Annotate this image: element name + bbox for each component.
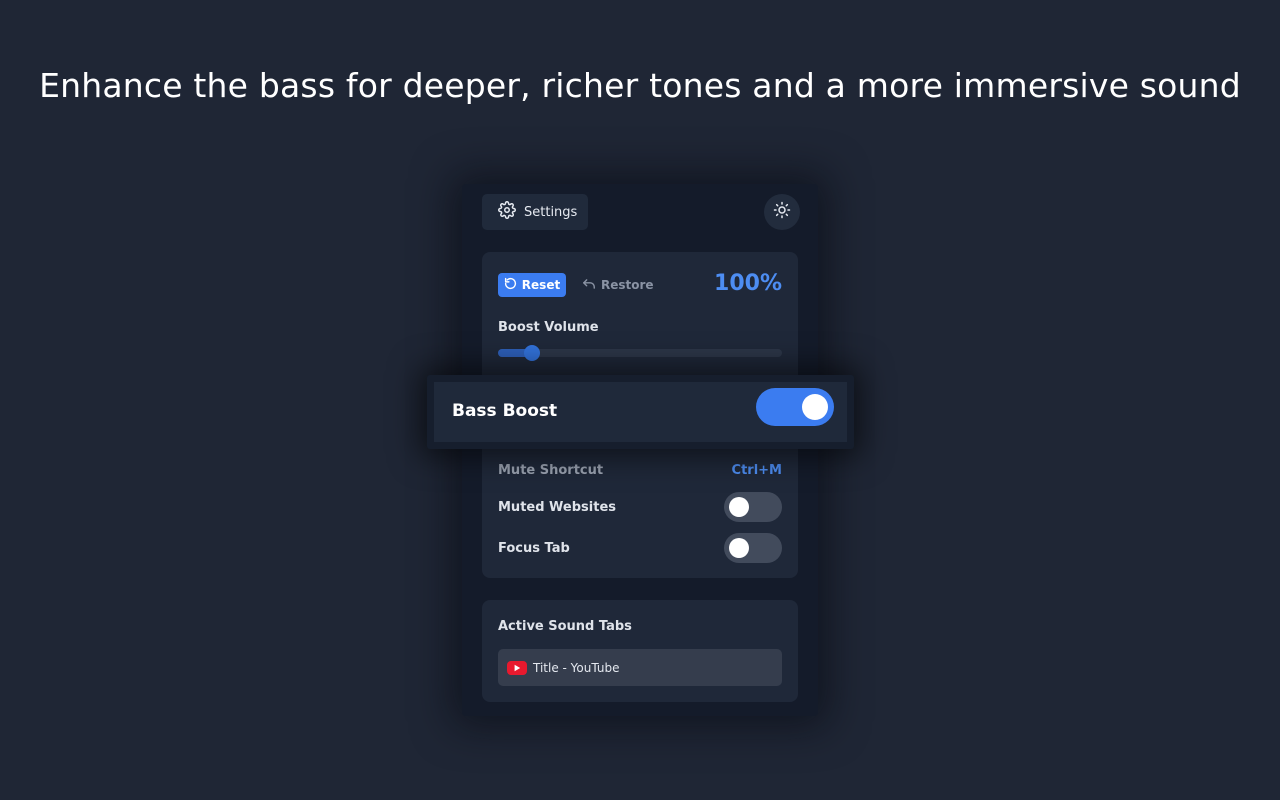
- toggle-knob: [729, 538, 749, 558]
- bass-boost-label: Bass Boost: [452, 401, 558, 421]
- promo-headline: Enhance the bass for deeper, richer tone…: [39, 66, 1241, 105]
- tab-title: Title - YouTube: [533, 660, 620, 675]
- toggle-knob: [729, 497, 749, 517]
- bass-boost-row: Bass Boost: [434, 382, 847, 442]
- list-item[interactable]: Title - YouTube: [498, 649, 782, 686]
- focus-tab-toggle[interactable]: [724, 533, 782, 563]
- reset-button[interactable]: Reset: [498, 273, 566, 297]
- active-sound-tabs-title: Active Sound Tabs: [498, 619, 632, 634]
- bass-boost-toggle[interactable]: [756, 388, 834, 426]
- youtube-icon: [507, 660, 527, 675]
- gear-icon: [498, 201, 516, 223]
- bass-boost-panel: Bass Boost: [427, 375, 854, 449]
- active-sound-tabs-card: Active Sound Tabs Title - YouTube: [482, 600, 798, 702]
- focus-tab-label: Focus Tab: [498, 541, 570, 556]
- restore-label: Restore: [601, 278, 654, 292]
- settings-button[interactable]: Settings: [482, 194, 588, 230]
- slider-thumb[interactable]: [524, 345, 541, 361]
- theme-toggle-button[interactable]: [764, 194, 800, 230]
- undo-icon: [582, 278, 596, 293]
- sun-icon: [773, 201, 791, 223]
- boost-volume-slider[interactable]: [498, 345, 782, 361]
- reset-label: Reset: [521, 278, 561, 292]
- reset-icon: [504, 277, 517, 293]
- muted-websites-label: Muted Websites: [498, 500, 617, 515]
- popup-header: Settings: [462, 184, 818, 240]
- boost-volume-label: Boost Volume: [498, 320, 599, 335]
- volume-percent: 100%: [714, 271, 782, 296]
- mute-shortcut-label: Mute Shortcut: [498, 463, 604, 478]
- muted-websites-toggle[interactable]: [724, 492, 782, 522]
- mute-shortcut-value[interactable]: Ctrl+M: [732, 463, 782, 478]
- extension-popup: Settings Reset Restore 100% Boost Volume…: [462, 184, 818, 716]
- toggle-knob: [802, 394, 828, 420]
- settings-label: Settings: [524, 204, 578, 220]
- restore-button[interactable]: Restore: [582, 273, 654, 297]
